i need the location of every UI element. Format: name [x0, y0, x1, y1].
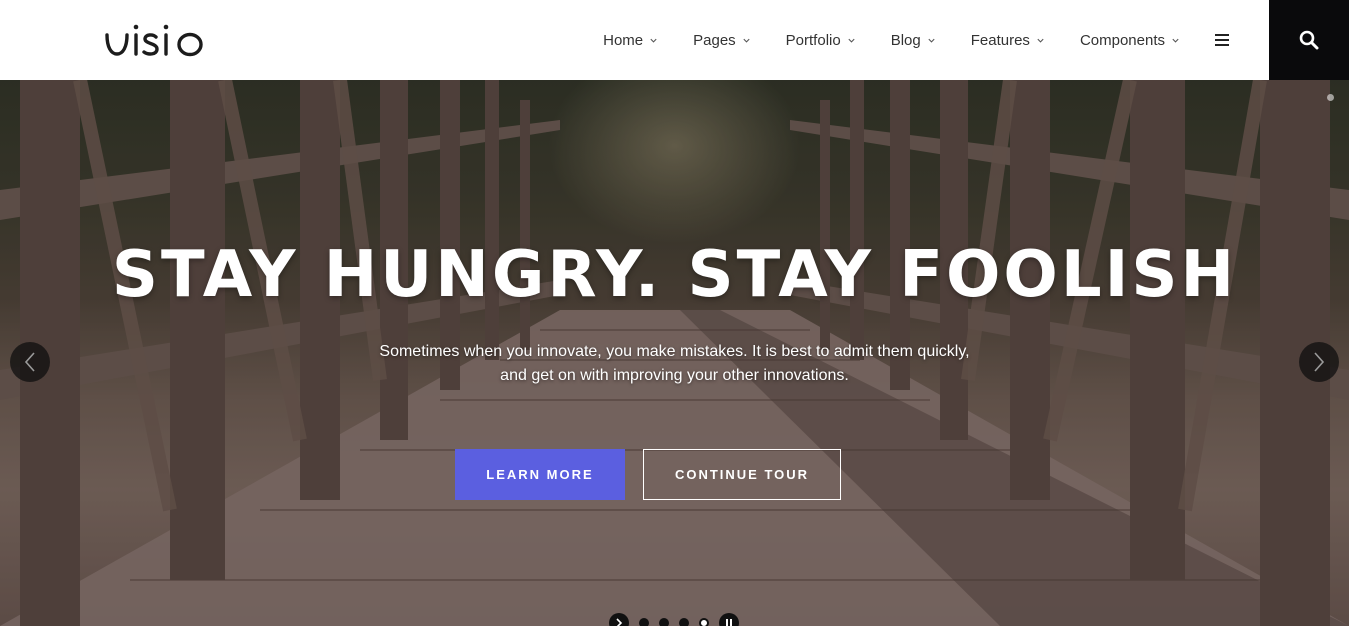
pause-icon [726, 619, 732, 626]
slider-next-button[interactable] [1299, 342, 1339, 382]
main-nav: Home Pages Portfolio Blog Features Compo… [603, 0, 1229, 80]
nav-item-features[interactable]: Features [971, 32, 1045, 49]
nav-item-label: Home [603, 31, 644, 49]
site-logo[interactable] [104, 21, 216, 59]
nav-item-components[interactable]: Components [1080, 32, 1180, 49]
search-icon [1299, 30, 1319, 50]
nav-item-pages[interactable]: Pages [693, 32, 751, 49]
search-button[interactable] [1269, 0, 1349, 80]
slider-pagination [609, 613, 739, 626]
hero-title: STAY HUNGRY. STAY FOOLISH [111, 238, 1238, 312]
play-arrow-icon [616, 618, 623, 626]
chevron-right-icon [1314, 352, 1325, 372]
chevron-left-icon [24, 352, 35, 372]
hamburger-line [1215, 39, 1229, 41]
nav-item-label: Blog [890, 31, 921, 49]
corner-indicator-dot [1327, 94, 1334, 101]
slider-pause-control[interactable] [719, 613, 739, 626]
slider-dot[interactable] [639, 618, 649, 626]
learn-more-button[interactable]: LEARN MORE [455, 449, 625, 500]
chevron-down-icon [650, 38, 657, 43]
hamburger-line [1215, 44, 1229, 46]
hero-subtitle-line: and get on with improving your other inn… [500, 367, 849, 384]
chevron-down-icon [848, 38, 855, 43]
nav-item-label: Pages [693, 31, 736, 49]
visio-logo-icon [105, 24, 203, 57]
nav-item-label: Features [970, 31, 1030, 49]
chevron-down-icon [743, 38, 750, 43]
slider-dot-active[interactable] [699, 618, 709, 626]
hero-slider: STAY HUNGRY. STAY FOOLISH Sometimes when… [0, 80, 1349, 626]
nav-item-home[interactable]: Home [603, 32, 658, 49]
chevron-down-icon [1037, 38, 1044, 43]
chevron-down-icon [1172, 38, 1179, 43]
nav-item-blog[interactable]: Blog [891, 32, 936, 49]
slider-prev-button[interactable] [10, 342, 50, 382]
slider-dot[interactable] [679, 618, 689, 626]
nav-item-label: Components [1079, 31, 1165, 49]
continue-tour-button[interactable]: CONTINUE TOUR [643, 449, 841, 500]
hamburger-line [1215, 34, 1229, 36]
nav-item-label: Portfolio [785, 31, 841, 49]
hero-subtitle-line: Sometimes when you innovate, you make mi… [379, 343, 970, 360]
hero-subtitle: Sometimes when you innovate, you make mi… [0, 340, 1349, 388]
nav-item-portfolio[interactable]: Portfolio [786, 32, 856, 49]
slider-next-control[interactable] [609, 613, 629, 626]
hamburger-icon[interactable] [1215, 34, 1229, 46]
chevron-down-icon [928, 38, 935, 43]
site-header: Home Pages Portfolio Blog Features Compo… [0, 0, 1349, 80]
slider-dot[interactable] [659, 618, 669, 626]
